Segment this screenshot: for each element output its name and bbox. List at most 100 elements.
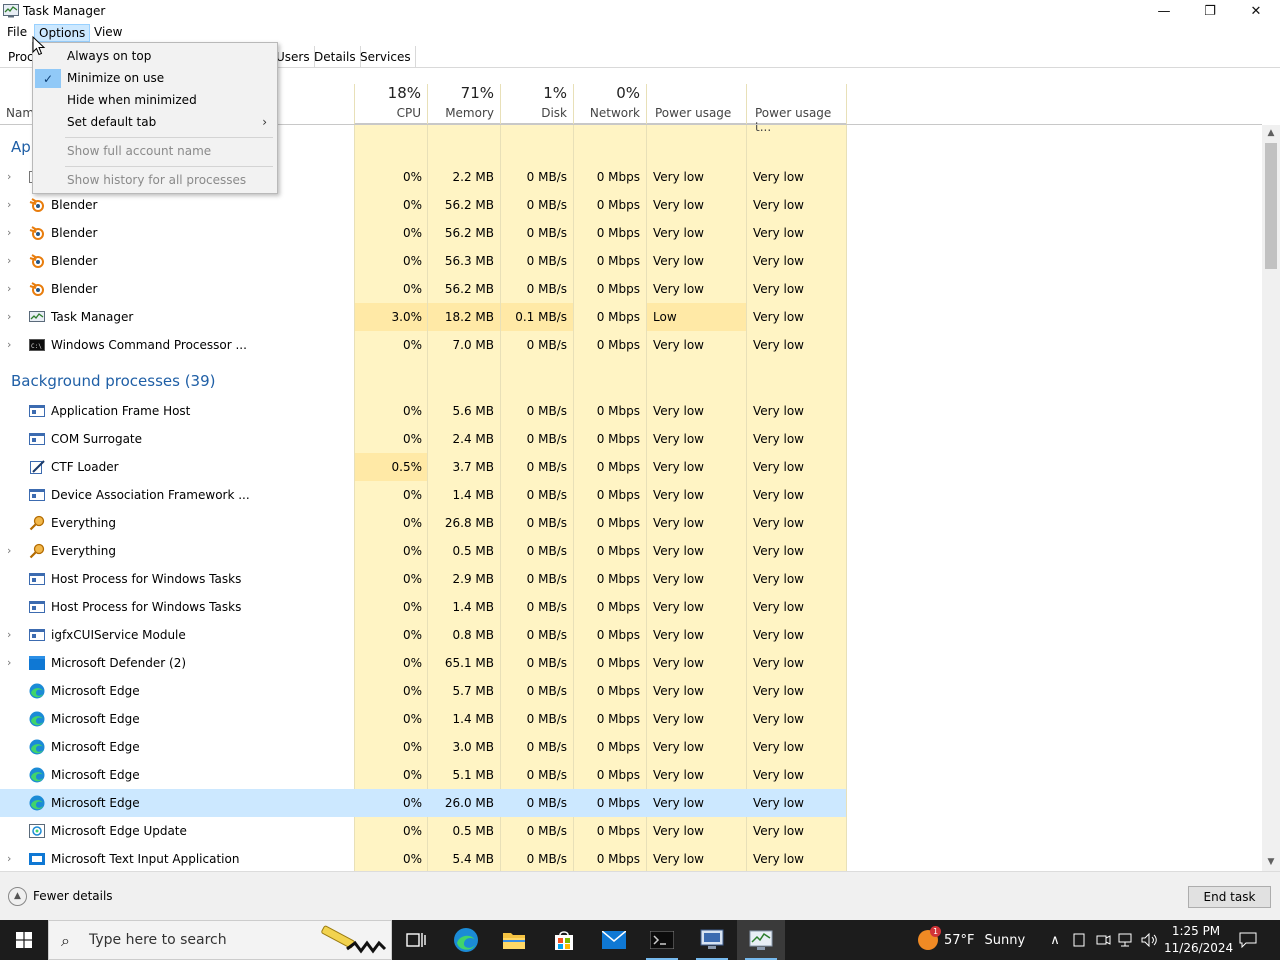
column-header-name[interactable]: Nam xyxy=(6,106,34,120)
menu-item-minimize-on-use[interactable]: ✓ Minimize on use xyxy=(33,67,277,89)
cell-mem: 3.7 MB xyxy=(452,460,494,474)
task-view-button[interactable] xyxy=(392,920,440,960)
expand-chevron-icon[interactable]: › xyxy=(7,275,11,303)
tab-users[interactable]: Users xyxy=(272,46,315,68)
cell-net: 0 Mbps xyxy=(596,432,640,446)
process-row[interactable]: Microsoft Edge 0% 1.4 MB 0 MB/s 0 Mbps Very l… xyxy=(0,705,846,733)
blender-icon xyxy=(29,225,45,241)
menu-item-label: Hide when minimized xyxy=(67,93,197,107)
show-hidden-icons-button[interactable]: ∧ xyxy=(1046,920,1064,960)
weather-widget[interactable]: 1 57°F Sunny xyxy=(918,920,1025,960)
cell-power: Very low xyxy=(653,656,704,670)
column-header-memory[interactable]: 71% Memory xyxy=(428,84,500,124)
menu-item-hide-when-minimized[interactable]: Hide when minimized xyxy=(33,89,277,111)
process-row[interactable]: COM Surrogate 0% 2.4 MB 0 MB/s 0 Mbps Very lo… xyxy=(0,425,846,453)
process-row[interactable]: › C:\ Windows Command Processor ... 0% 7.0 M… xyxy=(0,331,846,359)
expand-chevron-icon[interactable]: › xyxy=(7,331,11,359)
vertical-scrollbar[interactable]: ▲ ▼ xyxy=(1262,125,1280,871)
taskbar-search-box[interactable]: ⌕ Type here to search xyxy=(48,920,392,960)
process-row[interactable]: Microsoft Edge 0% 3.0 MB 0 MB/s 0 Mbps Very l… xyxy=(0,733,846,761)
process-row[interactable]: › Blender 0% 56.2 MB 0 MB/s 0 Mbps Very low Ver… xyxy=(0,219,846,247)
menu-view[interactable]: View xyxy=(90,24,126,42)
expand-chevron-icon[interactable]: › xyxy=(7,219,11,247)
process-row[interactable]: CTF Loader 0.5% 3.7 MB 0 MB/s 0 Mbps Very low… xyxy=(0,453,846,481)
expand-chevron-icon[interactable]: › xyxy=(7,303,11,331)
column-header-power-trend[interactable]: Power usage t... xyxy=(747,84,846,134)
process-name: Device Association Framework ... xyxy=(51,488,250,502)
process-row[interactable]: › Blender 0% 56.2 MB 0 MB/s 0 Mbps Very low Ver… xyxy=(0,275,846,303)
maximize-button[interactable]: ❐ xyxy=(1187,0,1233,22)
start-button[interactable] xyxy=(0,920,48,960)
cell-trend: Very low xyxy=(753,684,804,698)
expand-chevron-icon[interactable]: › xyxy=(7,247,11,275)
fewer-details-button[interactable]: ▲ Fewer details xyxy=(8,886,113,906)
process-row[interactable]: Host Process for Windows Tasks 0% 2.9 MB 0 … xyxy=(0,565,846,593)
tray-meet-now[interactable] xyxy=(1094,920,1112,960)
notification-center-button[interactable] xyxy=(1232,920,1264,960)
tray-device-icon[interactable] xyxy=(1070,920,1088,960)
tray-network[interactable] xyxy=(1117,920,1137,960)
process-row[interactable]: › Everything 0% 0.5 MB 0 MB/s 0 Mbps Very low V… xyxy=(0,537,846,565)
expand-chevron-icon[interactable]: › xyxy=(7,191,11,219)
cell-mem: 3.0 MB xyxy=(452,740,494,754)
taskbar-mail[interactable] xyxy=(590,920,638,960)
process-row[interactable]: › igfxCUIService Module 0% 0.8 MB 0 MB/s 0 Mb… xyxy=(0,621,846,649)
minimize-button[interactable]: — xyxy=(1141,0,1187,22)
process-row[interactable]: Everything 0% 26.8 MB 0 MB/s 0 Mbps Very low V… xyxy=(0,509,846,537)
menu-item-set-default-tab[interactable]: Set default tab › xyxy=(33,111,277,133)
tab-services[interactable]: Services xyxy=(356,46,416,68)
process-name: Blender xyxy=(51,282,98,296)
column-header-disk[interactable]: 1% Disk xyxy=(501,84,573,124)
taskbar-remote-app[interactable] xyxy=(688,920,736,960)
column-header-power[interactable]: Power usage xyxy=(647,84,746,124)
cell-disk: 0 MB/s xyxy=(526,572,567,586)
cell-power: Low xyxy=(653,310,677,324)
process-row[interactable]: › Task Manager 3.0% 18.2 MB 0.1 MB/s 0 Mbps Lo… xyxy=(0,303,846,331)
cell-trend: Very low xyxy=(753,516,804,530)
menu-item-label: Minimize on use xyxy=(67,71,165,85)
cell-mem: 1.4 MB xyxy=(452,488,494,502)
expand-chevron-icon[interactable]: › xyxy=(7,537,11,565)
column-header-cpu[interactable]: 18% CPU xyxy=(355,84,427,124)
process-row[interactable]: Host Process for Windows Tasks 0% 1.4 MB 0 … xyxy=(0,593,846,621)
menu-item-always-on-top[interactable]: Always on top xyxy=(33,45,277,67)
mouse-cursor-icon xyxy=(32,36,46,56)
process-row[interactable]: Microsoft Edge 0% 26.0 MB 0 MB/s 0 Mbps Very … xyxy=(0,789,846,817)
column-header-network[interactable]: 0% Network xyxy=(574,84,646,124)
process-row[interactable]: › Blender 0% 56.3 MB 0 MB/s 0 Mbps Very low Ver… xyxy=(0,247,846,275)
process-row[interactable]: › Blender 0% 56.2 MB 0 MB/s 0 Mbps Very low Ver… xyxy=(0,191,846,219)
cmd-icon: C:\ xyxy=(29,337,45,353)
cell-net: 0 Mbps xyxy=(596,740,640,754)
process-row[interactable]: › Microsoft Defender (2) 0% 65.1 MB 0 MB/s 0 … xyxy=(0,649,846,677)
tray-volume[interactable] xyxy=(1140,920,1160,960)
scroll-down-icon[interactable]: ▼ xyxy=(1262,854,1280,871)
process-row[interactable]: Application Frame Host 0% 5.6 MB 0 MB/s 0 Mb… xyxy=(0,397,846,425)
taskbar-clock[interactable]: 1:25 PM 11/26/2024 xyxy=(1164,923,1233,957)
expand-chevron-icon[interactable]: › xyxy=(7,163,11,191)
end-task-button[interactable]: End task xyxy=(1188,886,1271,908)
expand-chevron-icon[interactable]: › xyxy=(7,845,11,873)
expand-chevron-icon[interactable]: › xyxy=(7,649,11,677)
scroll-thumb[interactable] xyxy=(1265,143,1277,269)
process-row[interactable]: › Microsoft Text Input Application 0% 5.4 M… xyxy=(0,845,846,873)
menu-item-label: Always on top xyxy=(67,49,152,63)
process-row[interactable]: Microsoft Edge Update 0% 0.5 MB 0 MB/s 0 Mbp… xyxy=(0,817,846,845)
close-button[interactable]: ✕ xyxy=(1233,0,1279,22)
taskbar-file-explorer[interactable] xyxy=(490,920,538,960)
process-row[interactable]: Device Association Framework ... 0% 1.4 MB… xyxy=(0,481,846,509)
taskbar-store[interactable] xyxy=(540,920,588,960)
cell-trend: Very low xyxy=(753,628,804,642)
process-row[interactable]: Microsoft Edge 0% 5.7 MB 0 MB/s 0 Mbps Very l… xyxy=(0,677,846,705)
cell-disk: 0 MB/s xyxy=(526,628,567,642)
taskbar-terminal[interactable] xyxy=(638,920,686,960)
expand-chevron-icon[interactable]: › xyxy=(7,621,11,649)
cell-net: 0 Mbps xyxy=(596,338,640,352)
process-row[interactable]: Microsoft Edge 0% 5.1 MB 0 MB/s 0 Mbps Very l… xyxy=(0,761,846,789)
taskbar-edge[interactable] xyxy=(442,920,490,960)
taskbar-task-manager[interactable] xyxy=(737,920,785,960)
menu-file[interactable]: File xyxy=(3,24,31,42)
tab-details[interactable]: Details xyxy=(310,46,361,68)
group-header-background: Background processes (39) xyxy=(11,372,216,390)
edge-update-icon xyxy=(29,823,45,839)
scroll-up-icon[interactable]: ▲ xyxy=(1262,125,1280,142)
